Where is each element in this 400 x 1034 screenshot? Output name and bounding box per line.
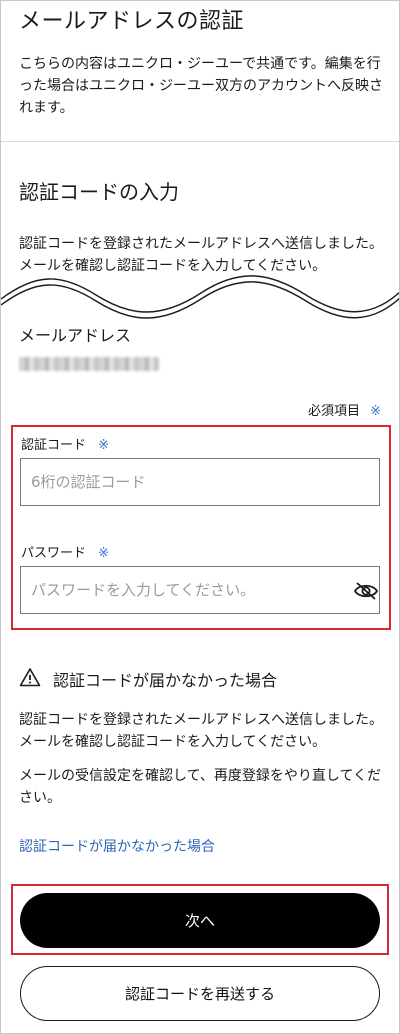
wave-divider xyxy=(1,275,399,319)
divider xyxy=(1,141,399,142)
required-mark: ※ xyxy=(98,438,110,453)
verification-code-input[interactable] xyxy=(20,458,380,506)
warning-triangle-icon xyxy=(19,668,41,687)
code-not-received-link[interactable]: 認証コードが届かなかった場合 xyxy=(19,836,215,856)
code-label-text: 認証コード xyxy=(21,438,87,453)
page-title: メールアドレスの認証 xyxy=(19,9,245,34)
required-mark: ※ xyxy=(370,404,381,419)
email-label: メールアドレス xyxy=(19,326,132,345)
next-button[interactable]: 次へ xyxy=(20,893,380,948)
code-field-label: 認証コード ※ xyxy=(21,434,109,453)
help-title: 認証コードが届かなかった場合 xyxy=(53,671,278,690)
page: メールアドレスの認証 こちらの内容はユニクロ・ジーユーで共通です。編集を行った場… xyxy=(0,0,400,1034)
section-title: 認証コードの入力 xyxy=(19,180,179,204)
password-label-text: パスワード xyxy=(21,546,87,561)
required-note: 必須項目 ※ xyxy=(308,400,381,419)
intro-text: こちらの内容はユニクロ・ジーユーで共通です。編集を行った場合はユニクロ・ジーユー… xyxy=(19,56,383,116)
required-note-label: 必須項目 xyxy=(307,404,360,419)
help-description-2: メールの受信設定を確認して、再度登録をやり直してください。 xyxy=(19,768,382,806)
eye-slash-icon[interactable] xyxy=(353,581,379,601)
password-field-label: パスワード ※ xyxy=(21,542,109,561)
email-value-redacted xyxy=(19,357,159,371)
password-input[interactable] xyxy=(20,566,380,614)
help-description: 認証コードを登録されたメールアドレスへ送信しました。メールを確認し認証コードを入… xyxy=(19,712,383,750)
required-mark: ※ xyxy=(98,546,110,561)
resend-code-button[interactable]: 認証コードを再送する xyxy=(20,966,380,1021)
